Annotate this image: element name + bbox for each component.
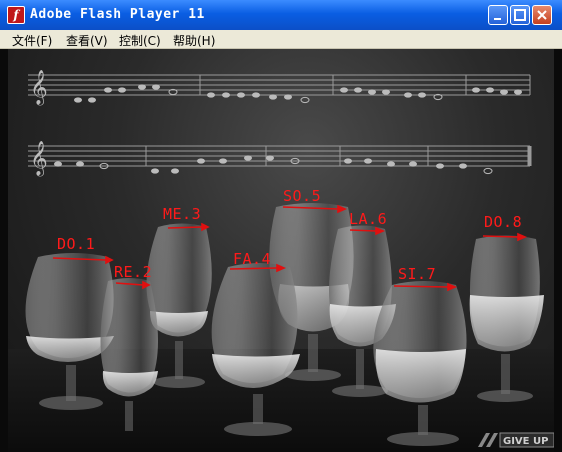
give-up-graphic: GIVE UP (478, 432, 554, 448)
maximize-button[interactable] (510, 5, 530, 25)
menu-help[interactable]: 帮助(H) (173, 32, 215, 49)
flash-player-window: f Adobe Flash Player 11 文件(F) 查看(V) 控制(C… (0, 0, 562, 452)
menu-control[interactable]: 控制(C) (119, 32, 161, 49)
minimize-icon (494, 18, 501, 20)
glass-si7[interactable] (373, 281, 467, 446)
glass-label-do1: DO.1 (57, 235, 96, 253)
menu-file[interactable]: 文件(F) (12, 32, 52, 49)
window-title: Adobe Flash Player 11 (30, 7, 205, 22)
glass-re2[interactable] (100, 278, 159, 431)
title-bar[interactable]: f Adobe Flash Player 11 (0, 0, 562, 30)
close-icon (537, 10, 547, 20)
give-up-label: GIVE UP (503, 436, 548, 447)
menu-view[interactable]: 查看(V) (66, 32, 108, 49)
glass-label-do8: DO.8 (484, 213, 523, 231)
glass-label-so5: SO.5 (283, 187, 322, 205)
maximize-icon (514, 9, 526, 21)
flash-icon: f (7, 6, 25, 24)
glass-do1[interactable] (25, 253, 115, 410)
glass-do8[interactable] (469, 235, 544, 403)
glass-label-me3: ME.3 (163, 205, 202, 223)
glass-fa4[interactable] (211, 263, 300, 436)
game-stage[interactable]: 𝄞 𝄞 DO.1 RE.2 ME.3 FA.4 SO.5 LA.6 SI.7 D… (8, 49, 554, 452)
close-button[interactable] (532, 5, 552, 25)
give-up-button[interactable]: GIVE UP (476, 430, 554, 448)
glass-label-si7: SI.7 (398, 265, 437, 283)
glass-label-la6: LA.6 (349, 210, 388, 228)
minimize-button[interactable] (488, 5, 508, 25)
glass-label-fa4: FA.4 (233, 250, 272, 268)
glass-label-re2: RE.2 (114, 263, 153, 281)
glass-me3[interactable] (146, 223, 212, 389)
menu-bar: 文件(F) 查看(V) 控制(C) 帮助(H) (0, 30, 562, 49)
